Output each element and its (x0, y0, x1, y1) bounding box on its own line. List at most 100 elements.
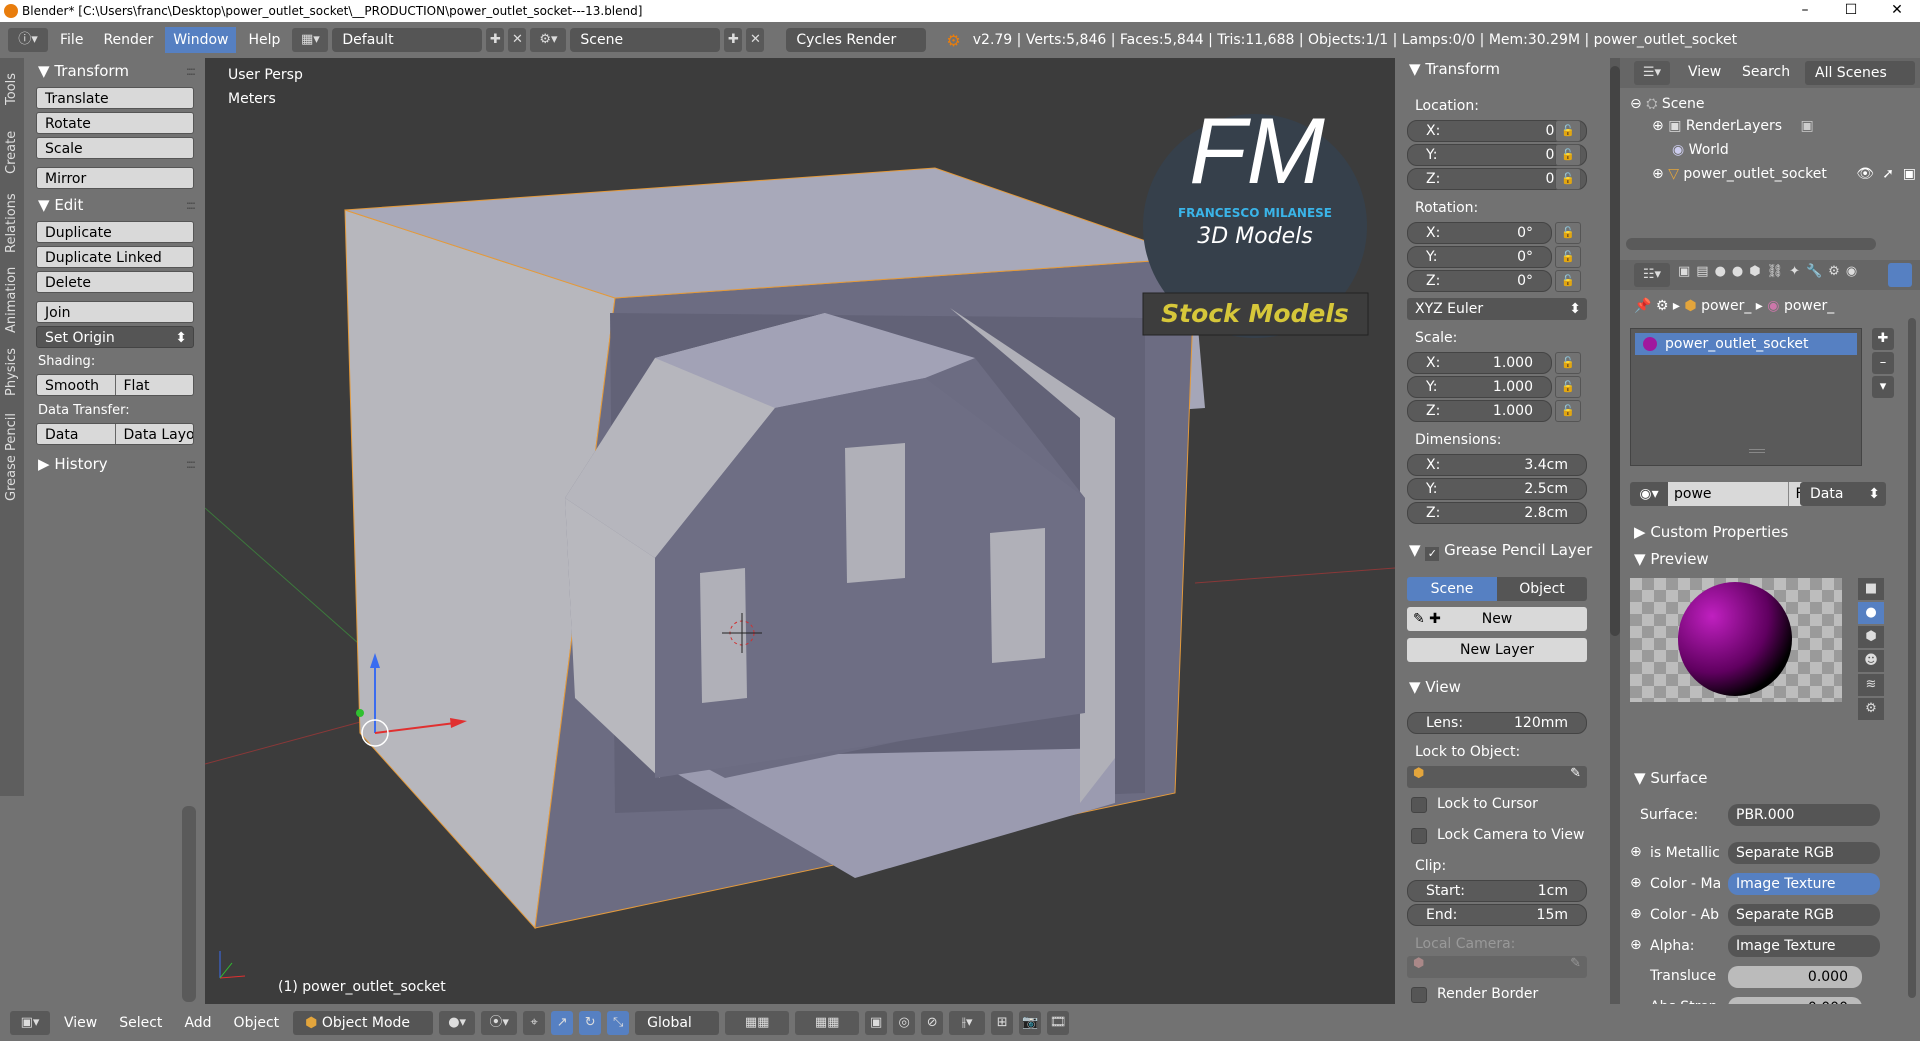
material-tab-icon[interactable] (1888, 263, 1912, 287)
orientation-dropdown[interactable]: Global (635, 1010, 720, 1035)
menu-add[interactable]: Add (176, 1010, 219, 1036)
mirror-button[interactable]: Mirror (36, 167, 194, 189)
translucence-slider[interactable]: 0.000 (1728, 966, 1862, 988)
surface-header[interactable]: ▼ Surface (1634, 769, 1904, 787)
socket-expand-icon[interactable]: ⊕ (1630, 844, 1642, 860)
lock-icon[interactable]: 🔓 (1555, 400, 1581, 422)
scene-icon[interactable]: ⚙▾ (530, 28, 567, 52)
material-name-field[interactable]: powe (1668, 482, 1788, 506)
collapse-icon[interactable]: ⊖ (1630, 96, 1642, 112)
flat-button[interactable]: Flat (116, 375, 194, 395)
proportional-edit-icon[interactable]: ◎ (893, 1010, 916, 1035)
layout-field[interactable]: Default (332, 28, 483, 52)
scale-x-field[interactable]: X: 1.000 (1407, 352, 1552, 374)
gp-new-layer-button[interactable]: New Layer (1407, 638, 1587, 662)
rotate-button[interactable]: Rotate (36, 112, 194, 134)
add-scene-icon[interactable]: ✚ (724, 28, 743, 52)
menu-object[interactable]: Object (226, 1010, 288, 1036)
snap-target-icon[interactable]: ⊞ (991, 1010, 1014, 1035)
lock-icon[interactable]: 🔓 (1555, 376, 1581, 398)
preview-plane-icon[interactable]: ■ (1858, 578, 1884, 600)
scale-y-field[interactable]: Y: 1.000 (1407, 376, 1552, 398)
rotate-manipulator-icon[interactable]: ↻ (579, 1010, 602, 1035)
dimension-y-field[interactable]: Y: 2.5cm (1407, 478, 1587, 500)
layers-grid-2-icon[interactable]: ▦▦ (795, 1010, 860, 1035)
local-camera-field[interactable]: ⬢ ✎ (1407, 956, 1587, 978)
n-panel-scrollbar[interactable] (1610, 66, 1620, 636)
duplicate-button[interactable]: Duplicate (36, 221, 194, 243)
scale-z-field[interactable]: Z: 1.000 (1407, 400, 1552, 422)
rotation-mode-dropdown[interactable]: XYZ Euler ⬍ (1407, 298, 1587, 320)
material-browse-icon[interactable]: ◉▾ (1630, 482, 1668, 506)
menu-view[interactable]: View (56, 1010, 105, 1036)
eyedropper-icon[interactable]: ✎ (1570, 766, 1581, 781)
lock-icon[interactable]: 🔓 (1555, 246, 1581, 268)
lock-icon[interactable]: 🔓 (1555, 144, 1581, 166)
rotation-y-field[interactable]: Y: 0° (1407, 246, 1552, 268)
menu-render[interactable]: Render (95, 27, 161, 53)
render-border-checkbox[interactable] (1411, 987, 1427, 1003)
outliner-view-menu[interactable]: View (1688, 64, 1721, 80)
scene-field[interactable]: Scene (570, 28, 721, 52)
select-arrow-icon[interactable]: ➚ (1882, 166, 1894, 182)
maximize-button[interactable]: ☐ (1828, 0, 1874, 22)
add-slot-icon[interactable]: ✚ (1872, 328, 1894, 350)
outliner-object-row[interactable]: ⊕ ▽ power_outlet_socket 👁 ➚ ▣ (1652, 166, 1920, 182)
duplicate-linked-button[interactable]: Duplicate Linked (36, 246, 194, 268)
editor-type-icon[interactable]: ▣▾ (10, 1010, 50, 1035)
tab-animation[interactable]: Animation (2, 260, 22, 340)
list-resize-handle[interactable] (1749, 449, 1765, 453)
3d-viewport[interactable]: User Persp Meters (1) power_outlet_socke… (204, 58, 1396, 1004)
tab-physics[interactable]: Physics (2, 342, 22, 402)
outliner-world-row[interactable]: ◉ World (1672, 142, 1729, 158)
tab-create[interactable]: Create (2, 122, 22, 182)
lock-icon[interactable]: 🔓 (1555, 222, 1581, 244)
socket-expand-icon[interactable]: ⊕ (1630, 906, 1642, 922)
dimension-z-field[interactable]: Z: 2.8cm (1407, 502, 1587, 524)
link-dropdown[interactable]: Data ⬍ (1800, 482, 1886, 506)
translate-button[interactable]: Translate (36, 87, 194, 109)
tab-tools[interactable]: Tools (2, 64, 22, 114)
set-origin-dropdown[interactable]: Set Origin ⬍ (36, 326, 194, 348)
rotation-z-field[interactable]: Z: 0° (1407, 270, 1552, 292)
drag-handle-icon[interactable]: :::: (186, 192, 196, 218)
preview-cube-icon[interactable]: ⬢ (1858, 626, 1884, 648)
gp-scene-button[interactable]: Scene (1407, 577, 1497, 601)
remove-layout-icon[interactable]: ✕ (508, 28, 527, 52)
properties-scrollbar[interactable] (1908, 318, 1916, 998)
menu-help[interactable]: Help (240, 27, 288, 53)
preview-monkey-icon[interactable]: ☻ (1858, 650, 1884, 672)
screen-layout-icon[interactable]: ▦▾ (292, 28, 329, 52)
clip-end-field[interactable]: End: 15m (1407, 904, 1587, 926)
outliner-scene-row[interactable]: ⊖ ⛭ Scene (1630, 96, 1705, 112)
manipulator-toggle-icon[interactable]: ⌖ (523, 1010, 546, 1035)
rotation-x-field[interactable]: X: 0° (1407, 222, 1552, 244)
remove-scene-icon[interactable]: ✕ (746, 28, 765, 52)
join-button[interactable]: Join (36, 301, 194, 323)
lock-icon[interactable]: 🔓 (1555, 120, 1581, 142)
render-layer-icon[interactable]: ▣ (1801, 118, 1814, 134)
eyedropper-icon[interactable]: ✎ (1570, 956, 1581, 971)
pivot-point-icon[interactable]: ⦿▾ (481, 1010, 518, 1035)
snap-icon[interactable]: ⊘ (921, 1010, 944, 1035)
layers-grid-icon[interactable]: ▦▦ (725, 1010, 790, 1035)
lock-camera-checkbox[interactable] (1411, 828, 1427, 844)
material-slot-item[interactable]: power_outlet_socket (1635, 333, 1857, 355)
lock-icon[interactable]: 🔓 (1555, 270, 1581, 292)
clip-start-field[interactable]: Start: 1cm (1407, 880, 1587, 902)
slot-menu-icon[interactable]: ▾ (1872, 376, 1894, 398)
preview-hair-icon[interactable]: ≋ (1858, 674, 1884, 696)
menu-window[interactable]: Window (165, 27, 237, 53)
n-transform-header[interactable]: ▼ Transform (1409, 60, 1500, 78)
transform-panel-header[interactable]: ▼ Transform:::: (28, 58, 200, 84)
outliner-h-scrollbar[interactable] (1626, 238, 1876, 250)
minimize-button[interactable]: – (1782, 0, 1828, 22)
lock-icon[interactable]: 🔓 (1555, 352, 1581, 374)
add-layout-icon[interactable]: ✚ (486, 28, 505, 52)
outliner-search-menu[interactable]: Search (1742, 64, 1790, 80)
color-ab-dropdown[interactable]: Separate RGB (1728, 904, 1880, 926)
mode-dropdown[interactable]: ⬢ Object Mode (293, 1010, 434, 1035)
alpha-dropdown[interactable]: Image Texture (1728, 935, 1880, 957)
lock-icon[interactable]: 🔓 (1555, 168, 1581, 190)
view-panel-header[interactable]: ▼ View (1409, 678, 1461, 696)
